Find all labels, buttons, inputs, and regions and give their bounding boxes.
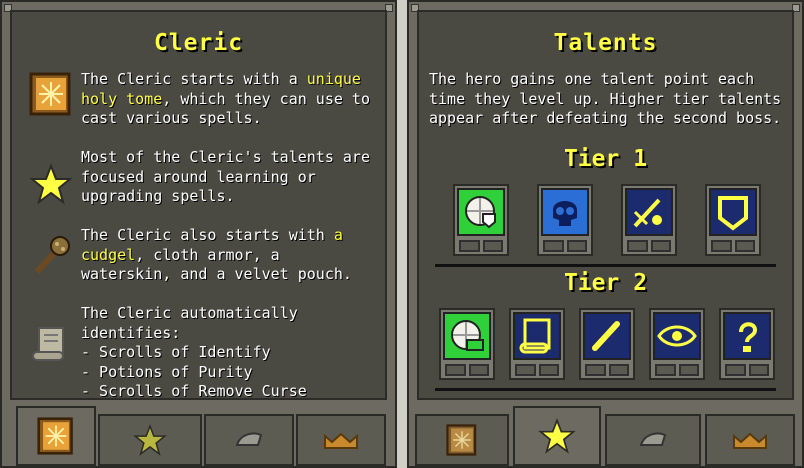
talent-t1-1[interactable]	[453, 184, 509, 256]
tab-talents[interactable]	[98, 414, 202, 466]
talent-t2-2[interactable]	[509, 308, 565, 380]
entry-identify-text: The Cleric automatically identifies: - Sc…	[81, 304, 381, 402]
tab-talents[interactable]	[513, 406, 601, 466]
talents-panel: Talents The hero gains one talent point …	[407, 0, 804, 468]
tier-divider	[435, 264, 776, 267]
identify-line: - Scrolls of Remove Curse	[81, 382, 307, 400]
talent-t2-4[interactable]	[649, 308, 705, 380]
holy-tome-icon	[29, 72, 71, 116]
identify-line: The Cleric automatically identifies:	[81, 304, 307, 342]
star-icon	[133, 423, 167, 456]
star-icon	[538, 418, 576, 454]
eye-talent-icon	[653, 312, 701, 360]
shield-talent-icon	[709, 188, 757, 236]
tab-crown[interactable]	[296, 414, 386, 466]
lock-talent-icon	[723, 312, 771, 360]
scroll-icon	[32, 327, 64, 361]
clock-scroll-talent-icon	[443, 312, 491, 360]
tab-holy-tome[interactable]	[415, 414, 509, 466]
talent-t2-1[interactable]	[439, 308, 495, 380]
tier-divider	[435, 388, 776, 391]
clock-shield-talent-icon	[457, 188, 505, 236]
talent-t1-4[interactable]	[705, 184, 761, 256]
talent-t1-2[interactable]	[537, 184, 593, 256]
talent-t2-5[interactable]	[719, 308, 775, 380]
tab-armor[interactable]	[204, 414, 294, 466]
talent-t1-3[interactable]	[621, 184, 677, 256]
entry-cudgel-text: The Cleric also starts with a cudgel, cl…	[81, 226, 371, 285]
tab-armor[interactable]	[605, 414, 701, 466]
skull-talent-icon	[541, 188, 589, 236]
holy-tome-icon	[446, 424, 477, 456]
talents-content-area: Talents The hero gains one talent point …	[417, 10, 794, 400]
tab-holy-tome[interactable]	[16, 406, 96, 466]
cudgel-icon	[34, 236, 70, 275]
cleric-title: Cleric	[153, 30, 244, 56]
holy-tome-icon	[37, 417, 73, 455]
identify-line: - Potions of Purity	[81, 362, 253, 381]
talents-title: Talents	[553, 30, 658, 56]
wand-talent-icon	[583, 312, 631, 360]
cleric-content-area: Cleric The Cleric starts with a unique h…	[10, 10, 387, 400]
entry-holy-tome-text: The Cleric starts with a unique holy tom…	[81, 70, 371, 129]
identify-line: - Scrolls of Identify	[81, 343, 271, 361]
tier-2-label: Tier 2	[563, 270, 648, 296]
armor-icon	[639, 432, 667, 446]
entry-3-text-a: The Cleric also starts with	[81, 226, 334, 244]
tier-1-label: Tier 1	[563, 146, 648, 172]
tab-crown[interactable]	[705, 414, 795, 466]
cleric-info-panel: Cleric The Cleric starts with a unique h…	[0, 0, 397, 468]
armor-icon	[235, 432, 263, 446]
crown-icon	[733, 432, 767, 449]
talent-t2-3[interactable]	[579, 308, 635, 380]
star-icon	[29, 163, 73, 205]
talents-description: The hero gains one talent point each tim…	[429, 70, 791, 127]
scroll-talent-icon	[513, 312, 561, 360]
crown-icon	[324, 432, 358, 449]
wand-talent-icon	[625, 188, 673, 236]
entry-1-text-a: The Cleric starts with a	[81, 70, 307, 88]
entry-talents-text: Most of the Cleric's talents are focused…	[81, 148, 380, 205]
